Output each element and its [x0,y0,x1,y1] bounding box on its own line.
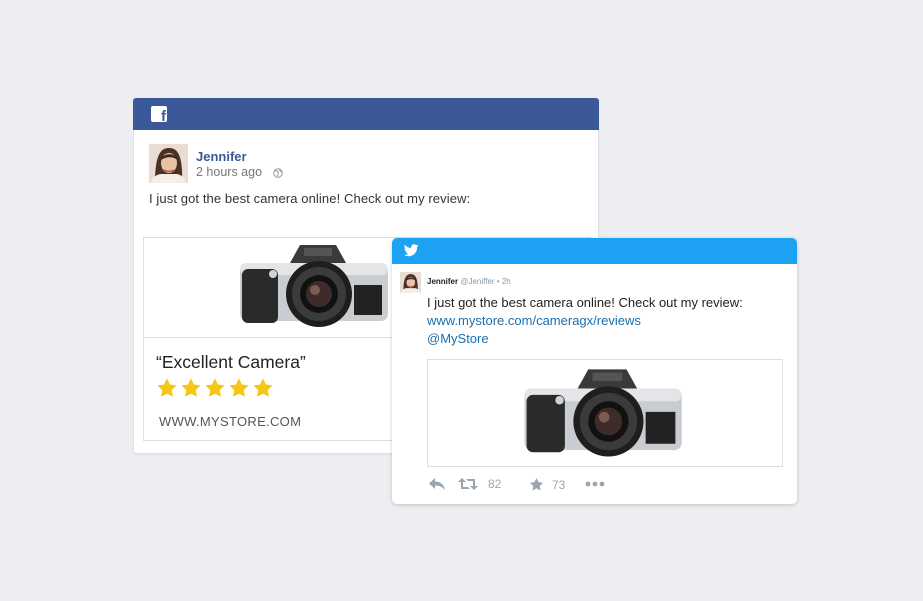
reply-button[interactable] [428,477,446,491]
link-domain: WWW.MYSTORE.COM [159,414,302,429]
facebook-header: f [133,98,599,130]
star-icon [229,378,249,397]
favorite-button[interactable]: 73 [529,477,565,492]
globe-icon [273,168,283,178]
status-text: I just got the best camera online! Check… [149,191,471,206]
author-name[interactable]: Jennifer [427,277,458,286]
tweet-text: I just got the best camera online! Check… [427,294,743,348]
more-dots-icon [585,481,605,487]
avatar[interactable] [400,272,421,293]
post-timestamp[interactable]: 2 hours ago [196,165,262,179]
author-name[interactable]: Jennifer [196,149,247,164]
handle-and-time[interactable]: @Jeniffer • 2h [460,277,510,286]
star-icon [181,378,201,397]
twitter-bird-icon [404,244,419,257]
tweet-media[interactable] [427,359,783,467]
star-icon [253,378,273,397]
tweet-body: I just got the best camera online! Check… [427,295,743,310]
reply-icon [429,478,445,490]
twitter-header [392,238,797,264]
mention-link[interactable]: @MyStore [427,330,743,348]
link-title[interactable]: “Excellent Camera” [156,352,306,373]
retweet-button[interactable]: 82 [458,477,501,491]
star-icon [529,477,544,491]
favorite-count: 73 [552,477,566,492]
tweet-meta: Jennifer @Jeniffer • 2h [427,277,511,286]
retweet-count: 82 [488,477,502,491]
retweet-icon [458,478,478,490]
avatar[interactable] [149,144,188,183]
star-icon [157,378,177,397]
tweet-url-link[interactable]: www.mystore.com/cameragx/reviews [427,312,743,330]
star-rating [156,377,274,399]
twitter-post-card: Jennifer @Jeniffer • 2h I just got the b… [392,238,797,504]
star-icon [205,378,225,397]
facebook-logo-icon: f [151,106,167,122]
more-button[interactable] [585,481,605,487]
